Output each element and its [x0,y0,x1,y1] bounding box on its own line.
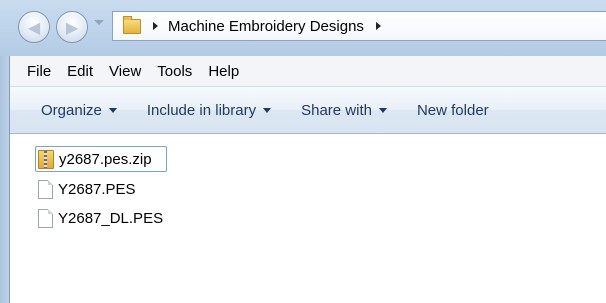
include-in-library-label: Include in library [146,101,257,119]
zip-folder-icon [38,149,54,169]
command-bar: Organize Include in library Share with N… [10,87,606,134]
address-bar[interactable]: Machine Embroidery Designs [112,11,606,41]
chevron-down-icon [263,107,272,113]
folder-icon [123,15,141,34]
file-icon [38,179,53,199]
forward-arrow-icon: ▶ [65,17,79,37]
organize-button[interactable]: Organize [10,102,132,119]
file-name: Y2687.PES [58,180,136,198]
chevron-down-icon [378,107,387,113]
forward-button[interactable]: ▶ [56,11,88,43]
recent-pages-dropdown-icon[interactable] [94,20,104,25]
breadcrumb-expand-icon[interactable] [375,22,381,30]
menu-file[interactable]: File [10,63,59,80]
menu-bar: File Edit View Tools Help [10,56,606,87]
menu-edit[interactable]: Edit [59,63,101,80]
breadcrumb-item[interactable]: Machine Embroidery Designs [168,18,364,35]
list-item[interactable]: y2687.pes.zip [35,146,168,172]
menu-view[interactable]: View [101,63,149,80]
list-item[interactable]: Y2687.PES [36,177,167,201]
back-button[interactable]: ◀ [18,11,50,43]
file-name: Y2687_DL.PES [58,209,164,227]
list-item[interactable]: Y2687_DL.PES [36,206,167,230]
file-icon [38,208,53,228]
organize-label: Organize [41,101,102,119]
breadcrumb-separator-icon[interactable] [153,22,158,30]
new-folder-button[interactable]: New folder [402,102,504,119]
back-arrow-icon: ◀ [27,17,41,37]
chevron-down-icon [108,107,117,113]
file-list: y2687.pes.zip Y2687.PES Y2687_DL.PES [35,146,168,235]
share-with-button[interactable]: Share with [286,102,402,119]
share-with-label: Share with [301,101,372,119]
new-folder-label: New folder [416,101,489,119]
menu-help[interactable]: Help [200,63,247,80]
menu-tools[interactable]: Tools [149,63,200,80]
include-in-library-button[interactable]: Include in library [132,102,286,119]
file-name: y2687.pes.zip [59,150,152,168]
window-frame-left [0,56,10,303]
